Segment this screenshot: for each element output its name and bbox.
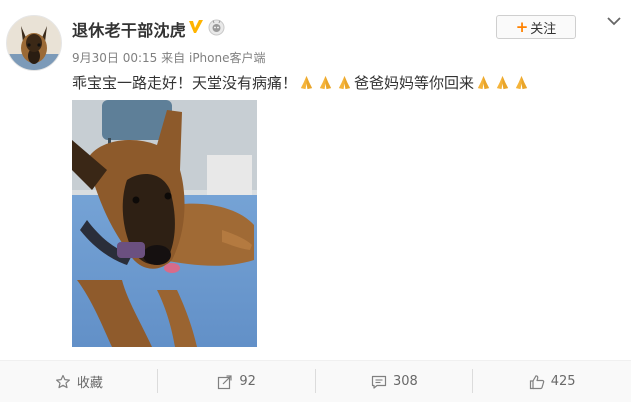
star-icon [55, 374, 70, 388]
favorite-label: 收藏 [76, 376, 103, 391]
comment-button[interactable]: 308 [316, 361, 474, 402]
like-count: 425 [550, 374, 576, 389]
follow-label: 关注 [530, 21, 557, 37]
follow-button[interactable]: + 关注 [496, 15, 576, 39]
post-text-middle: 爸爸妈妈等你回来 [354, 74, 475, 92]
post-source[interactable]: iPhone客户端 [189, 51, 266, 65]
plus-icon: + [515, 18, 529, 36]
source-prefix: 来自 [161, 51, 186, 65]
repost-button[interactable]: 92 [158, 361, 316, 402]
repost-count: 92 [239, 374, 256, 389]
dog-photo [72, 100, 257, 347]
praying-hands-icon [300, 75, 313, 90]
username[interactable]: 退休老干部沈虎 [72, 17, 186, 41]
repost-icon [218, 374, 232, 389]
praying-hands-icon [496, 75, 509, 90]
praying-hands-icon [319, 75, 332, 90]
chevron-down-icon[interactable] [605, 12, 623, 30]
praying-hands-icon [338, 75, 351, 90]
comment-count: 308 [392, 374, 418, 389]
praying-hands-icon [515, 75, 528, 90]
like-button[interactable]: 425 [473, 361, 631, 402]
praying-hands-icon [477, 75, 490, 90]
post-image[interactable] [72, 100, 257, 347]
dog-avatar-image [7, 16, 61, 70]
post-meta: 9月30日 00:15 来自 iPhone客户端 [72, 49, 266, 66]
member-badge-icon [208, 19, 225, 36]
favorite-button[interactable]: 收藏 [0, 361, 158, 402]
verified-v-icon [189, 20, 203, 33]
post-text: 乖宝宝一路走好！天堂没有病痛！ 爸爸妈妈等你回来 [72, 72, 531, 93]
comment-icon [371, 375, 387, 389]
post-timestamp[interactable]: 9月30日 00:15 [72, 51, 157, 65]
post-text-before: 乖宝宝一路走好！天堂没有病痛！ [72, 74, 298, 92]
action-bar: 收藏 92 308 425 [0, 361, 631, 402]
avatar[interactable] [6, 15, 62, 71]
thumbs-up-icon [529, 374, 544, 389]
